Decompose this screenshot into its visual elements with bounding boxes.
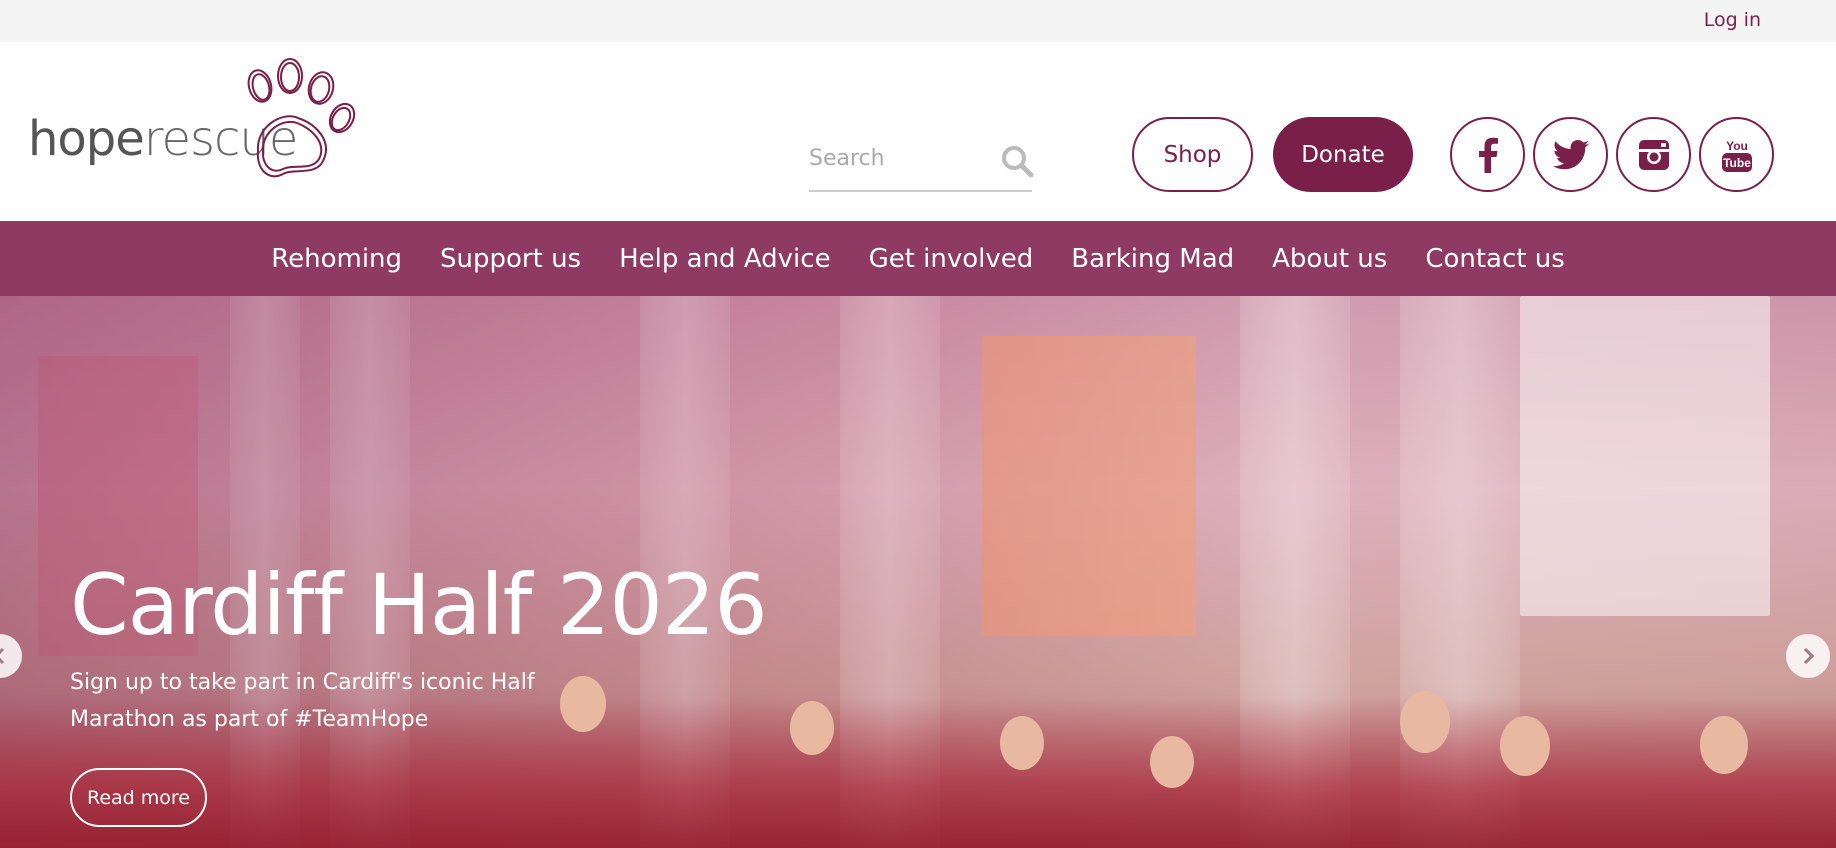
search-box xyxy=(809,138,1034,192)
hope-rescue-logo[interactable]: hoperescue xyxy=(28,56,368,184)
twitter-icon xyxy=(1552,139,1589,169)
hero-carousel: Cardiff Half 2026 Sign up to take part i… xyxy=(0,296,1836,848)
hero-photo-person xyxy=(790,701,834,755)
main-nav: Rehoming Support us Help and Advice Get … xyxy=(0,221,1836,296)
chevron-left-icon xyxy=(0,647,5,665)
hero-photo-person xyxy=(560,676,606,732)
nav-item-get-involved[interactable]: Get involved xyxy=(869,244,1034,274)
top-bar: Log in xyxy=(0,0,1836,42)
youtube-button[interactable]: You Tube xyxy=(1699,117,1774,192)
nav-item-rehoming[interactable]: Rehoming xyxy=(271,244,402,274)
youtube-label-top: You xyxy=(1726,139,1748,153)
search-input[interactable] xyxy=(809,138,989,178)
hero-photo-person xyxy=(1700,716,1748,774)
donate-button[interactable]: Donate xyxy=(1273,117,1413,192)
chevron-right-icon xyxy=(1803,647,1815,665)
nav-item-barking-mad[interactable]: Barking Mad xyxy=(1071,244,1234,274)
search-icon[interactable] xyxy=(1000,144,1034,178)
instagram-icon xyxy=(1638,139,1669,170)
nav-item-help-and-advice[interactable]: Help and Advice xyxy=(619,244,830,274)
read-more-button[interactable]: Read more xyxy=(70,768,207,827)
instagram-button[interactable] xyxy=(1616,117,1691,192)
facebook-button[interactable] xyxy=(1450,117,1525,192)
login-link[interactable]: Log in xyxy=(1704,9,1761,31)
twitter-button[interactable] xyxy=(1533,117,1608,192)
paw-print-icon xyxy=(247,58,356,178)
hero-photo-person xyxy=(1500,716,1550,776)
hero-photo-person xyxy=(1000,716,1044,770)
nav-item-support-us[interactable]: Support us xyxy=(440,244,581,274)
carousel-next-button[interactable] xyxy=(1786,634,1830,678)
hero-title: Cardiff Half 2026 xyxy=(70,556,768,654)
youtube-label-bottom: Tube xyxy=(1723,156,1751,170)
youtube-icon: You Tube xyxy=(1721,139,1752,172)
shop-button[interactable]: Shop xyxy=(1132,117,1253,192)
hero-photo-person xyxy=(1150,736,1194,788)
logo-text-bold: hope xyxy=(28,111,145,167)
nav-item-contact-us[interactable]: Contact us xyxy=(1425,244,1564,274)
site-header: hoperescue Shop Donate xyxy=(0,42,1836,221)
hero-subtitle: Sign up to take part in Cardiff's iconic… xyxy=(70,670,535,732)
facebook-icon xyxy=(1478,137,1498,173)
nav-item-about-us[interactable]: About us xyxy=(1272,244,1387,274)
hero-photo-person xyxy=(1400,691,1450,753)
